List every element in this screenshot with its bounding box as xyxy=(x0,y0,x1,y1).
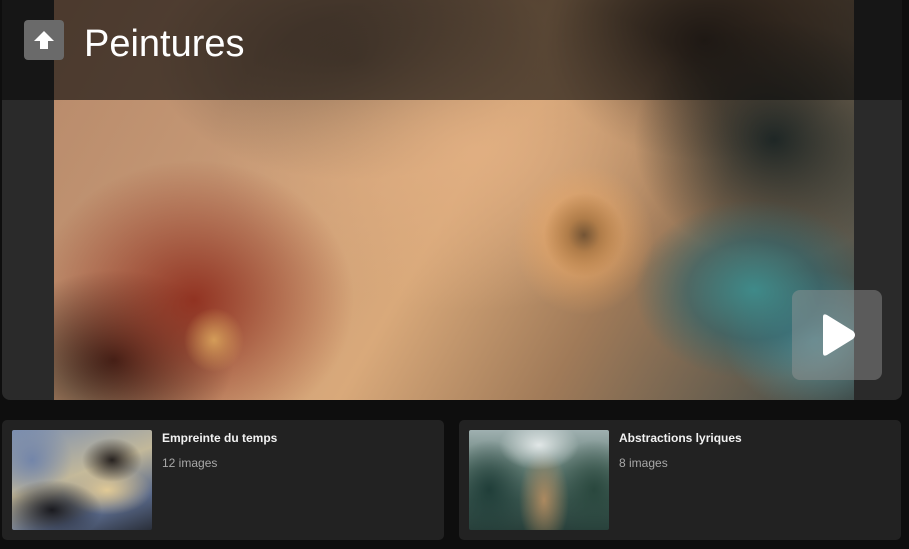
play-right-icon xyxy=(823,314,855,356)
title-bar: Peintures xyxy=(2,0,902,100)
next-image-button[interactable] xyxy=(792,290,882,380)
arrow-up-icon xyxy=(34,31,54,49)
gallery-thumbnail[interactable] xyxy=(12,430,152,530)
gallery-card-empreinte[interactable]: Empreinte du temps 12 images xyxy=(2,420,444,540)
gallery-image-count: 8 images xyxy=(619,456,668,470)
page-title: Peintures xyxy=(84,23,245,65)
gallery-title[interactable]: Abstractions lyriques xyxy=(619,431,742,445)
up-button[interactable] xyxy=(24,20,64,60)
gallery-thumbnail[interactable] xyxy=(469,430,609,530)
gallery-card-abstractions[interactable]: Abstractions lyriques 8 images xyxy=(459,420,901,540)
gallery-image-count: 12 images xyxy=(162,456,218,470)
gallery-title[interactable]: Empreinte du temps xyxy=(162,431,277,445)
